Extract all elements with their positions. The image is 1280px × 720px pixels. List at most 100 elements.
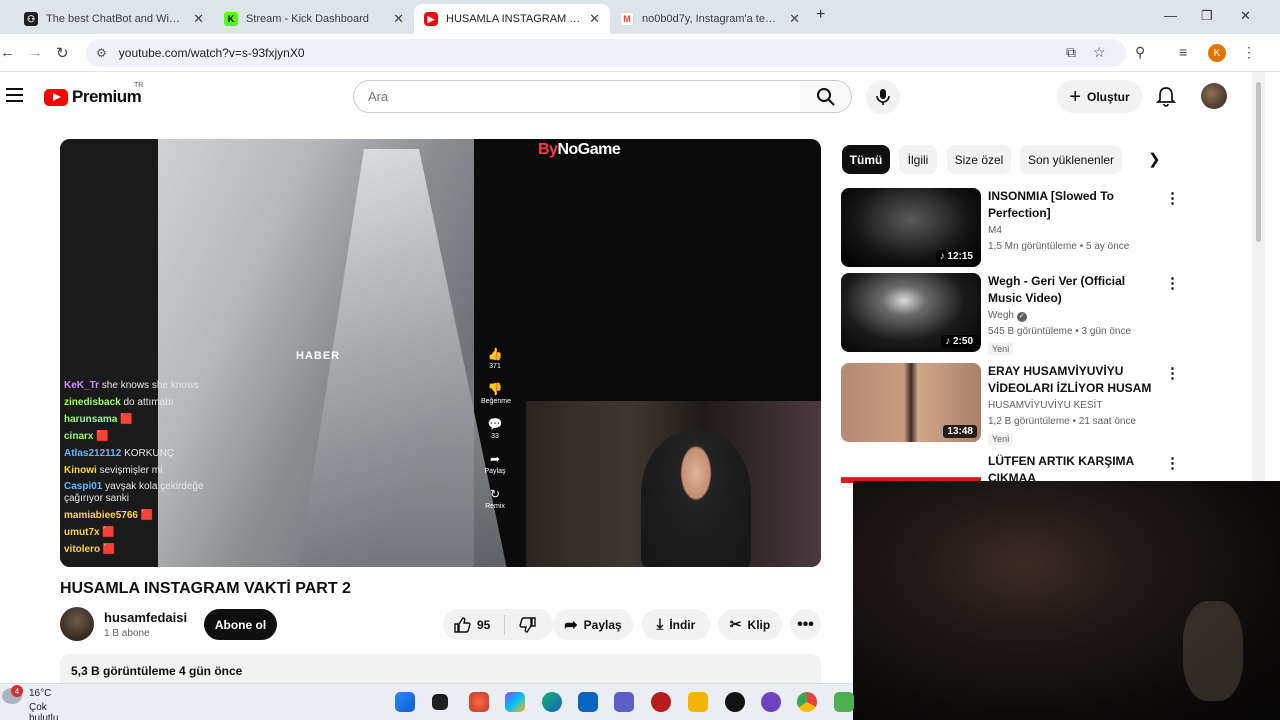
chip-all[interactable]: Tümü [842, 145, 890, 174]
video-title: HUSAMLA INSTAGRAM VAKTİ PART 2 [60, 580, 351, 597]
chat-user: Caspi01 [64, 481, 103, 492]
teams-icon[interactable] [614, 692, 634, 712]
verified-icon: ✓ [1016, 312, 1027, 322]
new-tab-button[interactable]: + [816, 6, 825, 24]
thumbs-down-icon[interactable]: 👎 [481, 382, 509, 396]
outlook-icon[interactable] [578, 692, 598, 712]
chrome-icon[interactable] [797, 692, 817, 712]
close-window-icon[interactable]: ✕ [1240, 8, 1251, 24]
address-bar[interactable]: ⚙ youtube.com/watch?v=s-93fxjynX0 [86, 39, 1126, 67]
forward-icon[interactable]: → [28, 44, 43, 61]
channel-avatar[interactable] [60, 607, 94, 641]
recommendation-item[interactable]: LÜTFEN ARTIK KARŞIMA ÇIKMAA ⋮ [841, 453, 1251, 483]
chat-line: umut7x 🟥 [64, 524, 224, 541]
channel-name[interactable]: husamfedaisi [104, 610, 187, 625]
site-info-icon[interactable]: ⚙ [96, 46, 107, 60]
create-button[interactable]: + Oluştur [1057, 80, 1142, 113]
close-tab-icon[interactable]: ✕ [589, 11, 600, 27]
chat-line: Caspi01 yavşak kola çekirdeğe çağırıyor … [64, 481, 224, 505]
chevron-right-icon[interactable]: ❯ [1148, 150, 1161, 168]
menu-icon[interactable] [6, 88, 23, 102]
video-thumbnail[interactable]: 13:48 [841, 363, 981, 442]
recommendation-item[interactable]: ♪ 12:15 INSONMIA [Slowed To Perfection] … [841, 188, 1251, 268]
clip-button[interactable]: ✂ Klip [718, 609, 782, 640]
app-icon-purple[interactable] [761, 692, 781, 712]
chat-user: mamiabiee5766 [64, 510, 138, 521]
file-explorer-icon[interactable] [688, 692, 708, 712]
chip-for-you[interactable]: Size özel [947, 145, 1011, 174]
chat-line: vitolero 🟥 [64, 541, 224, 558]
voice-search-button[interactable] [866, 80, 900, 114]
back-icon[interactable]: ← [0, 44, 15, 61]
app-icon-black[interactable] [725, 692, 745, 712]
chat-message: 🟥 [140, 510, 154, 521]
video-player[interactable]: HABER ByNoGame KeK_Tr she knows she know… [60, 139, 821, 567]
browser-tab-2[interactable]: K Stream - Kick Dashboard ✕ [214, 4, 414, 34]
extensions-icon[interactable]: ⚲ [1135, 44, 1145, 61]
app-icon-dark-red[interactable] [651, 692, 671, 712]
brand-by: By [538, 141, 558, 158]
video-thumbnail[interactable]: ♪ 2:50 [841, 273, 981, 352]
browser-tab-3-active[interactable]: ▶ HUSAMLA INSTAGRAM VAKTİ P ✕ [414, 4, 610, 34]
subscribe-button[interactable]: Abone ol [204, 609, 277, 640]
chip-recently-uploaded[interactable]: Son yüklenenler [1020, 145, 1122, 174]
more-vertical-icon[interactable]: ⋮ [1165, 276, 1180, 291]
recommendation-item[interactable]: 13:48 ERAY HUSAMVİYUVİYU VİDEOLARI İZLİY… [841, 363, 1251, 445]
browser-tab-1[interactable]: ⚇ The best ChatBot and Widgets ✕ [14, 4, 214, 34]
dislike-button[interactable] [519, 616, 537, 634]
like-button[interactable]: 95 [453, 616, 490, 634]
chat-line: harunsama 🟥 [64, 411, 224, 428]
media-control-icon[interactable]: ≡ [1179, 44, 1187, 60]
scrollbar-thumb[interactable] [1256, 82, 1261, 242]
windows-start-icon[interactable] [395, 692, 415, 712]
copilot-icon[interactable] [505, 692, 525, 712]
more-vertical-icon[interactable]: ⋮ [1165, 366, 1180, 381]
browser-menu-icon[interactable]: ⋮ [1242, 44, 1256, 61]
thumbs-up-icon[interactable]: 👍 [481, 347, 509, 361]
account-avatar[interactable] [1201, 83, 1227, 109]
download-button[interactable]: ⤓ İndir [642, 609, 710, 640]
restore-icon[interactable]: ❐ [1201, 8, 1213, 24]
browser-tab-4[interactable]: M no0b0d7y, Instagram'a tekrar b ✕ [610, 4, 810, 34]
like-count: 95 [477, 617, 491, 632]
bookmark-star-icon[interactable]: ☆ [1093, 44, 1106, 61]
search-button[interactable] [800, 80, 852, 113]
profile-avatar[interactable]: K [1208, 44, 1226, 62]
close-tab-icon[interactable]: ✕ [193, 11, 204, 27]
rail-share-label: Paylaş [484, 468, 506, 475]
url-text: youtube.com/watch?v=s-93fxjynX0 [118, 46, 305, 60]
comment-icon[interactable]: 💬 [481, 417, 509, 431]
remix-icon[interactable]: ↻ [481, 487, 509, 501]
chat-user: KeK_Tr [64, 380, 100, 391]
search-input[interactable]: Ara [353, 80, 801, 113]
app-icon-red[interactable] [469, 692, 489, 712]
recommendation-item[interactable]: ♪ 2:50 Wegh - Geri Ver (Official Music V… [841, 273, 1251, 355]
edge-icon[interactable] [542, 692, 562, 712]
reload-icon[interactable]: ↻ [56, 44, 69, 62]
region-code: TR [134, 82, 144, 89]
close-tab-icon[interactable]: ✕ [393, 11, 404, 27]
overlay-watermark: HABER [296, 350, 341, 362]
chat-user: zinedisback [64, 397, 121, 408]
more-vertical-icon[interactable]: ⋮ [1165, 456, 1180, 471]
video-thumbnail[interactable] [841, 453, 981, 483]
share-button[interactable]: ➦ Paylaş [553, 609, 633, 640]
share-icon[interactable]: ➦ [481, 452, 509, 466]
youtube-premium-logo[interactable]: Premium [44, 87, 142, 107]
install-app-icon[interactable]: ⧉ [1066, 44, 1076, 61]
youtube-header: Premium TR Ara + Oluştur [0, 72, 1265, 124]
video-thumbnail[interactable]: ♪ 12:15 [841, 188, 981, 267]
app-icon-green[interactable] [834, 692, 854, 712]
close-tab-icon[interactable]: ✕ [789, 11, 800, 27]
tab-title: The best ChatBot and Widgets [46, 13, 186, 25]
more-actions-button[interactable]: ••• [790, 609, 821, 640]
duration-badge: 13:48 [943, 425, 977, 438]
minimize-icon[interactable]: — [1164, 8, 1177, 23]
channel-text: Wegh [988, 310, 1014, 321]
chip-related[interactable]: İlgili [899, 145, 937, 174]
weather-desc: Çok bulutlu [29, 702, 59, 720]
task-view-icon[interactable] [432, 694, 448, 710]
notifications-bell-icon[interactable] [1156, 86, 1176, 108]
more-vertical-icon[interactable]: ⋮ [1165, 191, 1180, 206]
chatbot-icon: ⚇ [24, 12, 38, 26]
